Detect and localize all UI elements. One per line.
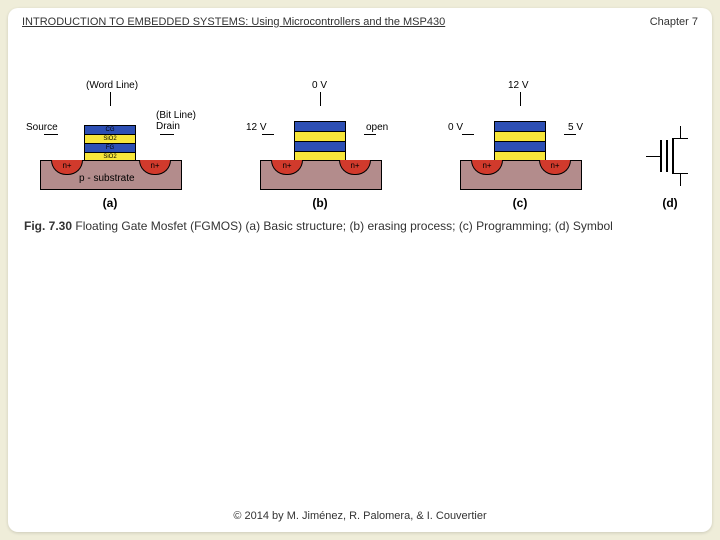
caption-body: Floating Gate Mosfet (FGMOS) (a) Basic s… xyxy=(72,219,613,233)
panel-d: (d) xyxy=(640,78,700,208)
nplus-right-b: n+ xyxy=(339,160,371,175)
slide-header: INTRODUCTION TO EMBEDDED SYSTEMS: Using … xyxy=(22,16,698,28)
label-source: Source xyxy=(26,122,58,133)
nplus-right-c: n+ xyxy=(539,160,571,175)
lead-right-b xyxy=(364,134,376,135)
layer-b1 xyxy=(294,121,346,131)
layer-b3 xyxy=(294,141,346,151)
panel-c: 12 V 0 V 5 V n+ n+ (c) xyxy=(440,78,600,208)
pin-gate-c xyxy=(520,92,521,106)
substrate-a: n+ n+ p - substrate xyxy=(40,160,182,190)
layer-c1 xyxy=(494,121,546,131)
slide-card: INTRODUCTION TO EMBEDDED SYSTEMS: Using … xyxy=(8,8,712,532)
layer-c3 xyxy=(494,141,546,151)
panel-b: 0 V 12 V open n+ n+ (b) xyxy=(240,78,400,208)
layer-c2 xyxy=(494,131,546,141)
nplus-right-a: n+ xyxy=(139,160,171,175)
lead-right-c xyxy=(564,134,576,135)
figure-7-30: (Word Line) Source (Bit Line) Drain CG S… xyxy=(20,78,700,234)
pin-gate xyxy=(110,92,111,106)
lead-left-b xyxy=(262,134,274,135)
sublabel-c: (c) xyxy=(440,196,600,210)
lead-source xyxy=(44,134,58,135)
substrate-b: n+ n+ xyxy=(260,160,382,190)
label-c-right: 5 V xyxy=(568,122,583,133)
book-title: INTRODUCTION TO EMBEDDED SYSTEMS: Using … xyxy=(22,16,445,28)
layer-sio2-1: SiO2 xyxy=(84,134,136,143)
lead-left-c xyxy=(462,134,474,135)
label-bitline-drain: (Bit Line) Drain xyxy=(156,110,196,132)
label-c-top: 12 V xyxy=(508,80,529,91)
layer-b2 xyxy=(294,131,346,141)
gate-stack-a: CG SiO2 FG SiO2 xyxy=(84,125,136,162)
nplus-left-b: n+ xyxy=(271,160,303,175)
label-b-top: 0 V xyxy=(312,80,327,91)
label-word-line: (Word Line) xyxy=(86,80,138,91)
nplus-left-c: n+ xyxy=(471,160,503,175)
label-b-right: open xyxy=(366,122,388,133)
lead-drain xyxy=(160,134,174,135)
label-b-left: 12 V xyxy=(246,122,267,133)
layer-fg: FG xyxy=(84,143,136,152)
chapter-label: Chapter 7 xyxy=(650,16,698,28)
gate-stack-c xyxy=(494,121,546,162)
caption-lead: Fig. 7.30 xyxy=(24,219,72,233)
sublabel-a: (a) xyxy=(20,196,200,210)
sublabel-d: (d) xyxy=(640,196,700,210)
label-p-substrate: p - substrate xyxy=(79,173,135,184)
label-c-left: 0 V xyxy=(448,122,463,133)
layer-cg: CG xyxy=(84,125,136,134)
copyright-footer: © 2014 by M. Jiménez, R. Palomera, & I. … xyxy=(8,510,712,522)
pin-gate-b xyxy=(320,92,321,106)
substrate-c: n+ n+ xyxy=(460,160,582,190)
gate-stack-b xyxy=(294,121,346,162)
fgmos-symbol-icon xyxy=(650,126,690,186)
panel-a: (Word Line) Source (Bit Line) Drain CG S… xyxy=(20,78,200,208)
figure-caption: Fig. 7.30 Floating Gate Mosfet (FGMOS) (… xyxy=(24,218,696,234)
sublabel-b: (b) xyxy=(240,196,400,210)
figure-row: (Word Line) Source (Bit Line) Drain CG S… xyxy=(20,78,700,208)
